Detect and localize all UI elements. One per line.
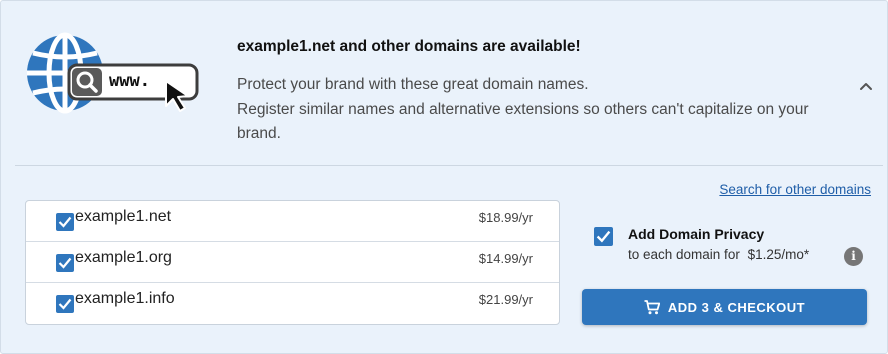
domain-row: example1.net $18.99/yr [26,201,559,242]
domain-name: example1.org [75,249,172,266]
section-divider [15,165,883,166]
chevron-up-icon [860,83,872,90]
cart-icon [644,299,660,314]
logo-text: www. [109,71,150,91]
domain-price: $21.99/yr [478,292,533,307]
domain-checkbox[interactable] [56,254,74,272]
collapse-toggle[interactable] [857,79,875,93]
domain-row: example1.org $14.99/yr [26,242,559,283]
domain-price: $14.99/yr [478,251,533,266]
checkmark-icon [596,230,611,243]
search-other-domains-link[interactable]: Search for other domains [719,182,871,197]
description-line-1: Protect your brand with these great doma… [237,76,589,93]
availability-description: Protect your brand with these great doma… [237,73,837,147]
domain-price: $18.99/yr [478,210,533,225]
checkmark-icon [58,216,72,228]
add-and-checkout-button[interactable]: ADD 3 & CHECKOUT [582,289,867,325]
domain-name: example1.net [75,208,172,225]
domain-privacy-title: Add Domain Privacy [628,226,765,242]
privacy-sub-prefix: to each domain for [628,247,740,262]
domain-privacy-price-text: to each domain for $1.25/mo* [628,247,809,262]
domain-list: example1.net $18.99/yr example1.org $14.… [25,200,560,325]
description-line-2: Register similar names and alternative e… [237,100,809,143]
domain-name: example1.info [75,290,175,307]
checkout-label: ADD 3 & CHECKOUT [667,299,806,315]
info-icon[interactable]: i [844,247,863,266]
domain-row: example1.info $21.99/yr [26,283,559,324]
availability-headline: example1.net and other domains are avail… [237,38,581,55]
domain-checkbox[interactable] [56,295,74,313]
privacy-amount: $1.25/mo* [747,247,810,262]
domain-privacy-checkbox[interactable] [594,227,613,246]
cursor-arrow-icon [165,80,189,112]
checkmark-icon [58,298,72,310]
domain-checkbox[interactable] [56,213,74,231]
domain-upsell-panel: www. example1.net and other domains are … [0,0,888,354]
domain-logo: www. [23,31,203,116]
checkmark-icon [58,257,72,269]
